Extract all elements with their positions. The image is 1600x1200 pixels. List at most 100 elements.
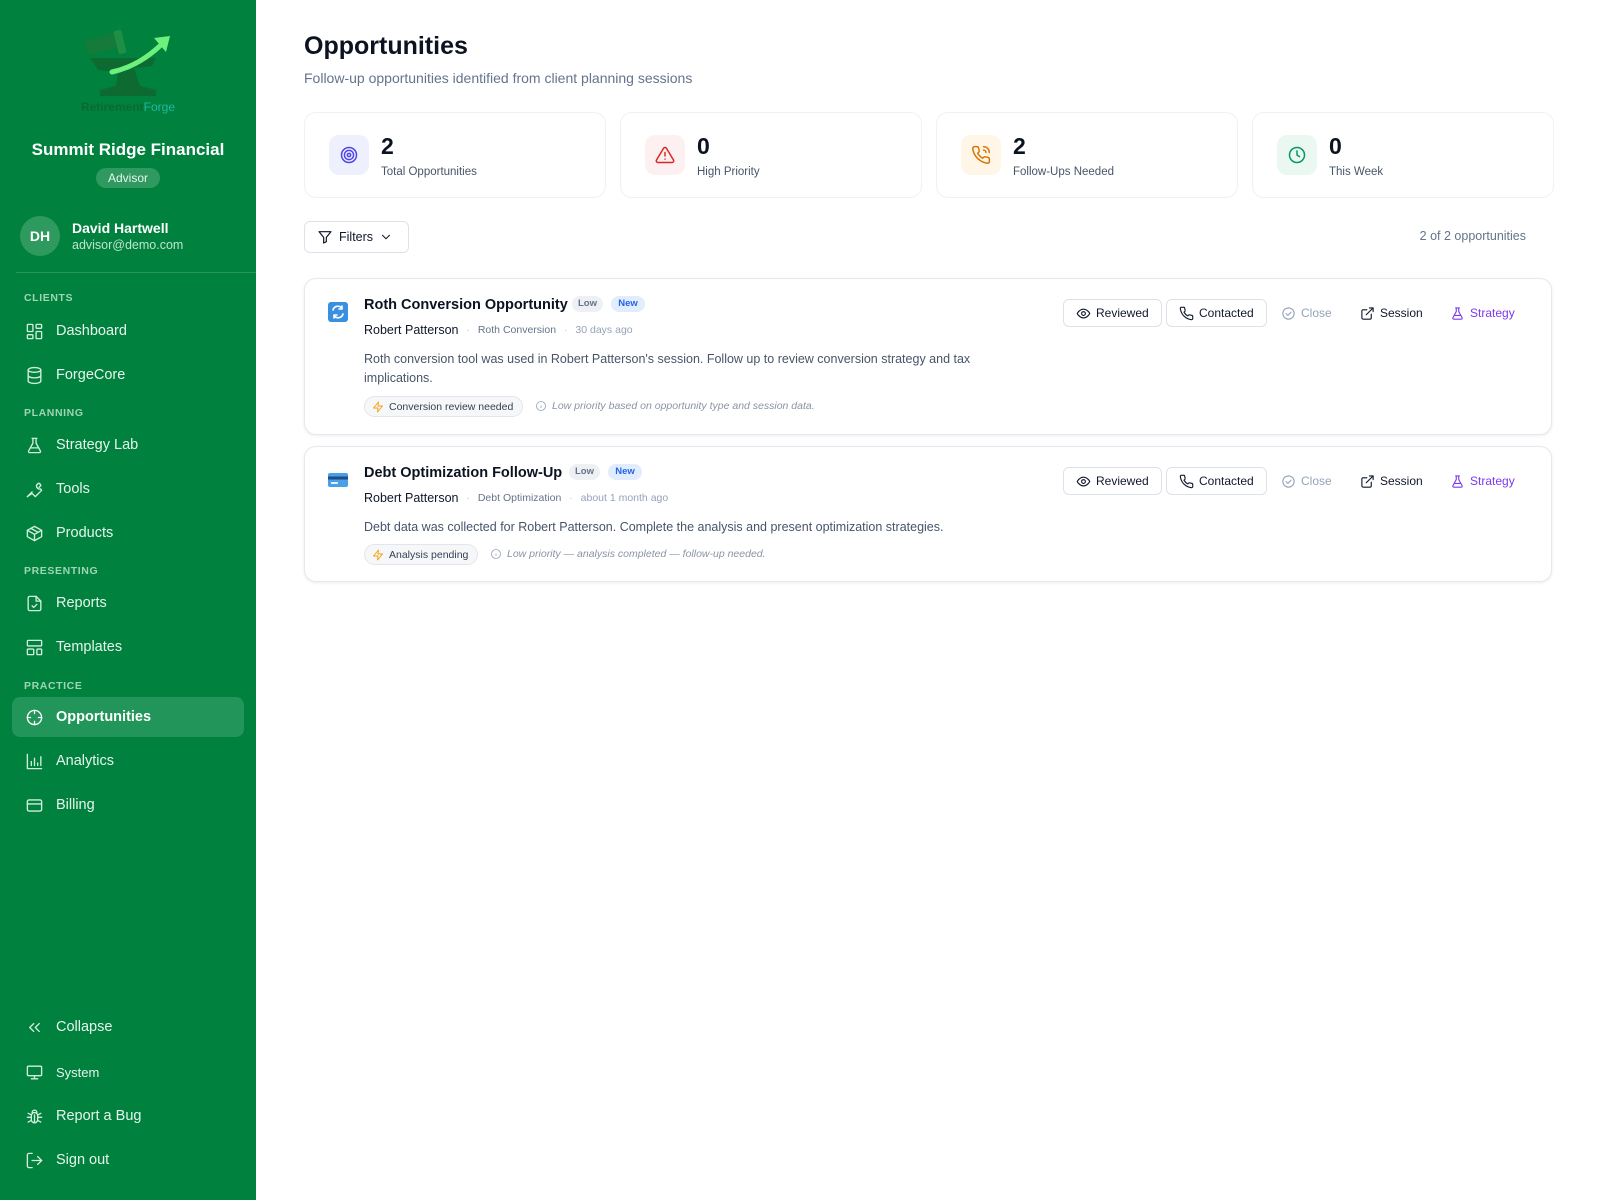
strategy-label: Strategy xyxy=(1470,474,1515,488)
sidebar-item-analytics[interactable]: Analytics xyxy=(12,741,244,781)
sidebar-item-forgecore[interactable]: ForgeCore xyxy=(12,355,244,395)
sidebar-item-label: Analytics xyxy=(56,753,115,769)
results-count: 2 of 2 opportunities xyxy=(1419,229,1526,243)
opportunity-meta: Robert Patterson · Debt Optimization · a… xyxy=(364,491,668,505)
priority-badge: Low xyxy=(569,464,600,480)
filters-button[interactable]: Filters xyxy=(304,221,409,253)
user-name: David Hartwell xyxy=(72,220,169,236)
sidebar-item-label: Strategy Lab xyxy=(56,437,139,453)
stat-value: 2 xyxy=(1013,133,1026,159)
sidebar: RetirementForge Summit Ridge Financial A… xyxy=(0,0,256,1200)
page-subtitle: Follow-up opportunities identified from … xyxy=(304,70,693,86)
opportunity-description: Debt data was collected for Robert Patte… xyxy=(364,520,944,534)
stat-card-this-week: 0 This Week xyxy=(1252,112,1554,198)
stat-label: Follow-Ups Needed xyxy=(1013,166,1114,178)
opportunity-age: about 1 month ago xyxy=(580,492,669,504)
flask-icon xyxy=(1452,474,1463,488)
status-badge: New xyxy=(611,296,645,312)
external-link-icon xyxy=(1361,306,1374,320)
stat-value: 0 xyxy=(697,133,710,159)
opportunity-tag: Conversion review needed xyxy=(364,396,524,417)
phone-icon xyxy=(1179,306,1194,320)
filter-icon xyxy=(318,231,332,244)
system-label: System xyxy=(56,1064,100,1080)
grid-icon xyxy=(24,321,44,341)
client-name[interactable]: Robert Patterson xyxy=(364,323,459,337)
separator-dot: · xyxy=(569,492,573,504)
external-link-icon xyxy=(1361,474,1374,488)
sidebar-item-reports[interactable]: Reports xyxy=(12,583,244,623)
opportunity-age: 30 days ago xyxy=(575,324,633,336)
close-label: Close xyxy=(1301,474,1332,488)
close-button[interactable]: Close xyxy=(1281,467,1332,495)
session-button[interactable]: Session xyxy=(1360,299,1423,327)
stat-card-high-priority: 0 High Priority xyxy=(620,112,922,198)
sidebar-item-opportunities[interactable]: Opportunities xyxy=(12,697,244,737)
retirement-forge-logo[interactable]: RetirementForge xyxy=(70,26,186,116)
page-title: Opportunities xyxy=(304,32,468,60)
status-badge: New xyxy=(608,464,642,480)
system-button[interactable]: System xyxy=(12,1052,244,1092)
sidebar-item-strategy-lab[interactable]: Strategy Lab xyxy=(12,425,244,465)
client-name[interactable]: Robert Patterson xyxy=(364,491,459,505)
sidebar-item-label: Products xyxy=(56,525,114,541)
credit-card-icon xyxy=(24,795,44,815)
info-icon xyxy=(536,401,546,411)
sidebar-item-templates[interactable]: Templates xyxy=(12,627,244,667)
section-label-planning: PLANNING xyxy=(24,407,84,419)
monitor-icon xyxy=(24,1062,44,1082)
priority-note: Low priority — analysis completed — foll… xyxy=(490,548,766,560)
strategy-button[interactable]: Strategy xyxy=(1450,299,1515,327)
strategy-label: Strategy xyxy=(1470,306,1515,320)
bar-chart-icon xyxy=(24,751,44,771)
target-icon xyxy=(329,135,369,175)
eye-icon xyxy=(1076,476,1091,486)
log-out-icon xyxy=(24,1150,44,1170)
zap-icon xyxy=(373,549,383,560)
sign-out-button[interactable]: Sign out xyxy=(12,1140,244,1180)
stat-card-follow-ups: 2 Follow-Ups Needed xyxy=(936,112,1238,198)
contacted-button[interactable]: Contacted xyxy=(1166,467,1267,495)
reviewed-button[interactable]: Reviewed xyxy=(1063,467,1162,495)
separator-dot: · xyxy=(466,492,470,504)
strategy-button[interactable]: Strategy xyxy=(1450,467,1515,495)
refresh-icon xyxy=(328,302,348,322)
clock-icon xyxy=(1277,135,1317,175)
eye-icon xyxy=(1076,308,1091,318)
collapse-button[interactable]: Collapse xyxy=(12,1007,244,1047)
box-icon xyxy=(24,523,44,543)
info-icon xyxy=(491,549,501,559)
flask-icon xyxy=(24,435,44,455)
opportunity-card[interactable]: Roth Conversion Opportunity Low New Robe… xyxy=(304,278,1552,435)
main-content: Opportunities Follow-up opportunities id… xyxy=(256,0,1600,1200)
opportunity-type: Roth Conversion xyxy=(477,324,557,336)
sidebar-item-label: Billing xyxy=(56,797,95,813)
opportunity-card[interactable]: Debt Optimization Follow-Up Low New Robe… xyxy=(304,446,1552,582)
sidebar-item-label: Tools xyxy=(56,481,90,497)
anvil-logo-icon xyxy=(85,29,170,96)
zap-icon xyxy=(373,401,383,412)
contacted-button[interactable]: Contacted xyxy=(1166,299,1267,327)
bug-icon xyxy=(24,1106,44,1126)
opportunity-title: Debt Optimization Follow-Up xyxy=(364,465,563,481)
session-button[interactable]: Session xyxy=(1360,467,1423,495)
opportunity-title: Roth Conversion Opportunity xyxy=(364,297,568,313)
session-label: Session xyxy=(1380,474,1423,488)
report-bug-button[interactable]: Report a Bug xyxy=(12,1096,244,1136)
filters-label: Filters xyxy=(339,230,374,244)
phone-icon xyxy=(1179,474,1194,488)
stat-label: Total Opportunities xyxy=(381,166,477,178)
close-button[interactable]: Close xyxy=(1281,299,1332,327)
sidebar-item-dashboard[interactable]: Dashboard xyxy=(12,311,244,351)
logo-wordmark: RetirementForge xyxy=(80,100,176,114)
sidebar-item-tools[interactable]: Tools xyxy=(12,469,244,509)
sidebar-item-products[interactable]: Products xyxy=(12,513,244,553)
chevron-down-icon xyxy=(382,234,391,240)
file-check-icon xyxy=(24,593,44,613)
reviewed-button[interactable]: Reviewed xyxy=(1063,299,1162,327)
chevrons-left-icon xyxy=(24,1017,44,1037)
sidebar-item-billing[interactable]: Billing xyxy=(12,785,244,825)
tag-label: Conversion review needed xyxy=(389,400,514,413)
opportunity-description: Roth conversion tool was used in Robert … xyxy=(364,352,971,385)
close-label: Close xyxy=(1301,306,1332,320)
